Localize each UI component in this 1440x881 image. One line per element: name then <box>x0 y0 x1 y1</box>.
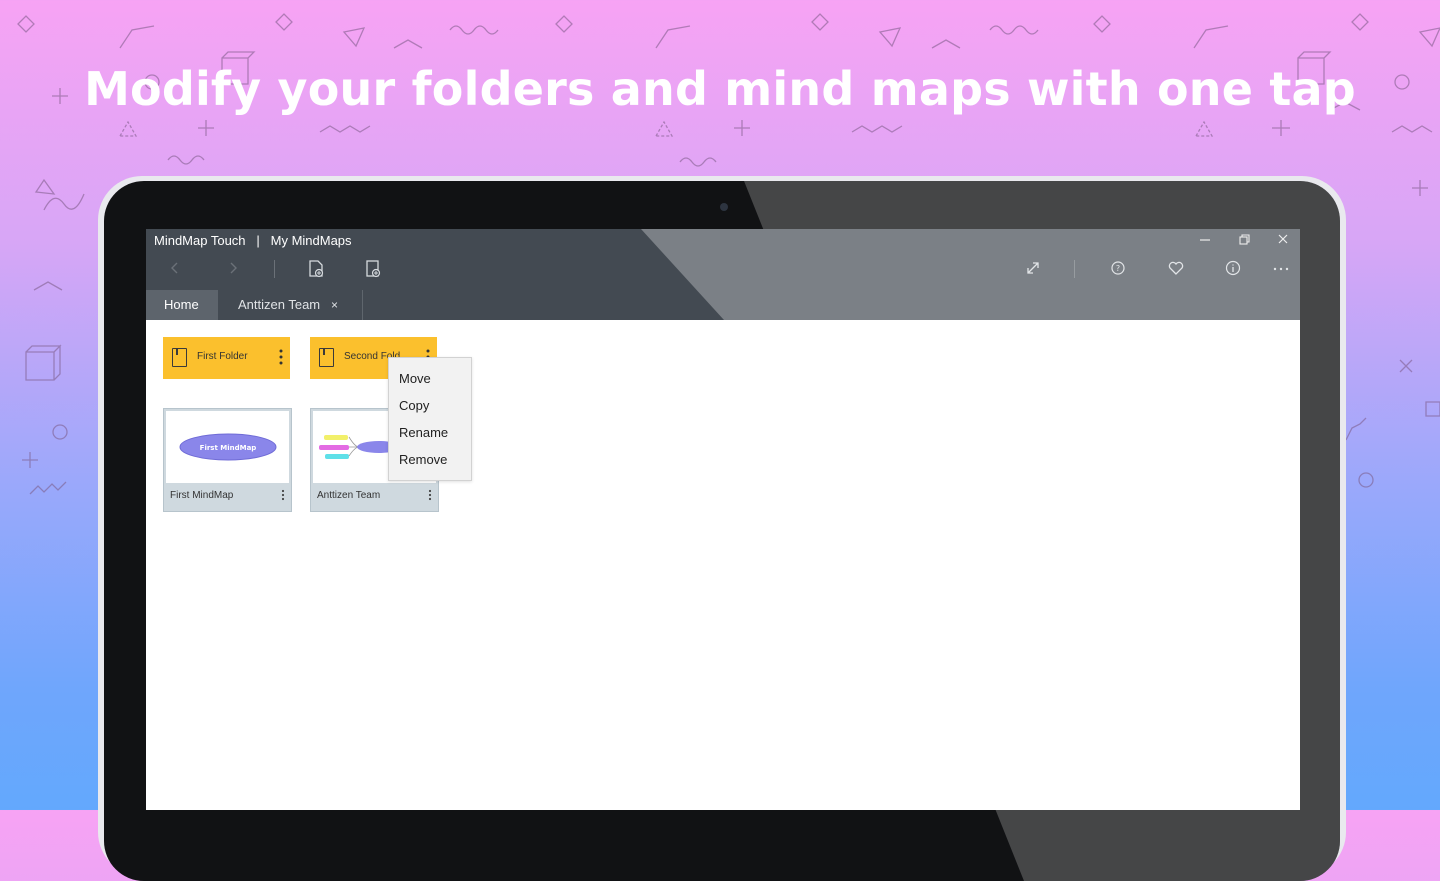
folder-label: First Folder <box>197 351 248 362</box>
folder-menu-icon[interactable] <box>278 346 284 368</box>
back-arrow-icon[interactable] <box>164 259 186 282</box>
tab-anttizen-team-label: Anttizen Team <box>238 297 321 312</box>
content-area: First Folder Second Fold First MindMap F… <box>146 320 1300 810</box>
new-mindmap-icon[interactable] <box>305 259 327 284</box>
mindmap-card-menu-icon[interactable] <box>281 489 285 501</box>
title-bar: MindMap Touch | My MindMaps ? Home Antti… <box>146 229 1300 320</box>
tab-close-icon[interactable]: × <box>331 290 338 320</box>
mindmap-card-label: Anttizen Team <box>317 490 381 501</box>
headline: Modify your folders and mind maps with o… <box>84 62 1356 116</box>
folder-icon <box>172 348 187 367</box>
tab-home[interactable]: Home <box>146 290 218 320</box>
forward-arrow-icon[interactable] <box>222 259 244 282</box>
tab-home-label: Home <box>164 297 199 312</box>
menu-item-remove[interactable]: Remove <box>399 452 447 467</box>
folder-icon <box>319 348 334 367</box>
mindmap-card-menu-icon[interactable] <box>428 489 432 501</box>
mindmap-card-label: First MindMap <box>170 490 234 501</box>
mindmap-thumbnail: First MindMap <box>166 411 289 483</box>
menu-item-move[interactable]: Move <box>399 371 431 386</box>
folder-tile[interactable]: First Folder <box>163 337 290 379</box>
mindmap-card[interactable]: First MindMap First MindMap <box>163 408 292 512</box>
tab-anttizen-team[interactable]: Anttizen Team × <box>218 290 363 320</box>
title-separator: | <box>256 233 260 248</box>
app-name: MindMap Touch <box>154 233 246 248</box>
toolbar-separator <box>274 260 275 278</box>
window-title: MindMap Touch | My MindMaps <box>154 233 352 248</box>
menu-item-copy[interactable]: Copy <box>399 398 429 413</box>
menu-item-rename[interactable]: Rename <box>399 425 448 440</box>
new-folder-icon[interactable] <box>362 259 384 284</box>
camera <box>720 203 728 211</box>
context-menu: Move Copy Rename Remove <box>388 357 472 481</box>
thumbnail-node-text: First MindMap <box>200 444 257 452</box>
app-window: MindMap Touch | My MindMaps ? Home Antti… <box>146 229 1300 810</box>
page-title: My MindMaps <box>270 233 352 248</box>
